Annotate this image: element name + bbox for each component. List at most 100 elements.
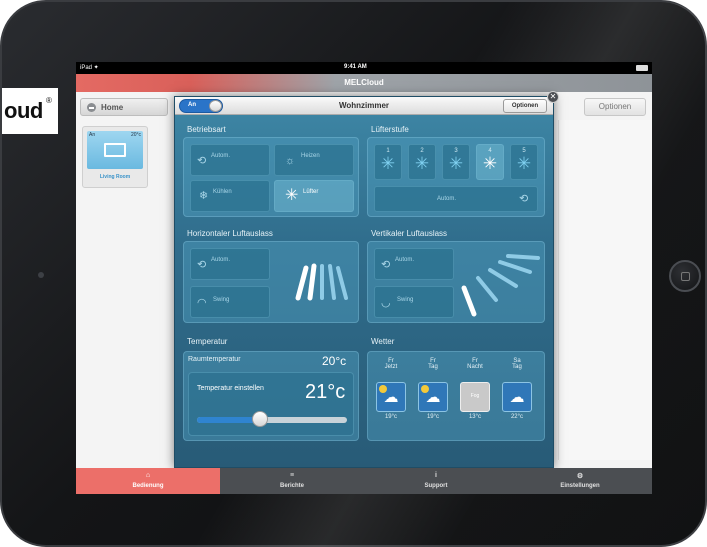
auto-mode-icon: ⟲: [197, 259, 207, 271]
vane-inactive: [488, 268, 518, 288]
tab-support[interactable]: i Support: [364, 468, 508, 494]
room-card[interactable]: An 20°c Living Room: [82, 126, 148, 188]
weather-column: Sa Tag ☁ 22°c: [498, 358, 536, 420]
vane-inactive: [336, 266, 348, 300]
home-icon: ⌂: [145, 472, 151, 479]
weather-column: Fr Tag ☁ 19°c: [414, 358, 452, 420]
tab-label: Support: [424, 483, 448, 489]
room-temperature-label: Raumtemperatur: [188, 356, 241, 363]
popover-title: Wohnzimmer: [338, 101, 390, 110]
vertical-swing-button[interactable]: ◡ Swing: [374, 286, 454, 318]
carrier-label: iPad ✦: [80, 65, 99, 71]
mode-button-cool[interactable]: ❄ Kühlen: [190, 180, 270, 212]
back-arrow-icon: [87, 103, 96, 112]
app-title-bar: MELCloud: [76, 74, 652, 92]
auto-mode-icon: ⟲: [197, 155, 207, 167]
temperature-slider[interactable]: [197, 411, 347, 427]
home-nav-button[interactable]: Home: [80, 98, 168, 116]
fog-icon: Fog: [460, 382, 490, 412]
vane-inactive: [498, 260, 532, 274]
vane-active: [461, 285, 477, 317]
popover-header: An Wohnzimmer Optionen ✕: [175, 91, 559, 115]
tab-label: Berichte: [279, 483, 304, 489]
swing-icon: ◠: [197, 297, 207, 309]
room-state: An: [89, 132, 96, 138]
weather-column: Fr Jetzt ☁ 19°c: [372, 358, 410, 420]
home-label: Home: [101, 103, 124, 112]
tab-bedienung[interactable]: ⌂ Bedienung: [76, 468, 220, 494]
status-bar: iPad ✦ 9:41 AM: [76, 62, 652, 74]
fan-auto-label: Autom.: [437, 196, 457, 202]
horizontal-vane-indicator: [295, 263, 348, 301]
cloud-icon: ☁: [502, 382, 532, 412]
fan-level-2[interactable]: 2 ✳: [408, 144, 436, 180]
set-temperature-box: Temperatur einstellen 21°c: [188, 372, 354, 436]
options-button-background[interactable]: Optionen: [584, 98, 646, 116]
temperature-panel: Raumtemperatur 20°c Temperatur einstelle…: [183, 351, 359, 441]
camera-icon: [38, 272, 44, 278]
horizontal-auto-button[interactable]: ⟲ Autom.: [190, 248, 270, 280]
logo-registered: ®: [46, 96, 52, 105]
logo-text: oud: [4, 98, 43, 123]
weather-period: Tag: [512, 364, 522, 370]
section-vertical-airflow: Vertikaler Luftauslass: [371, 229, 448, 238]
vane-active: [295, 265, 309, 301]
swing-icon: ◡: [381, 297, 391, 309]
weather-panel: Fr Jetzt ☁ 19°c Fr Tag ☁ 19°c Fr Nacht F…: [367, 351, 545, 441]
fan-icon: ✳: [448, 154, 464, 173]
tab-berichte[interactable]: ≡ Berichte: [220, 468, 364, 494]
fan-level-5[interactable]: 5 ✳: [510, 144, 538, 180]
room-popover: An Wohnzimmer Optionen ✕ Betriebsart ⟲ A…: [174, 91, 559, 468]
room-temp: 20°c: [130, 132, 141, 138]
vane-inactive: [506, 254, 540, 260]
auto-mode-icon: ⟲: [381, 259, 391, 271]
fan-level-1[interactable]: 1 ✳: [374, 144, 402, 180]
tab-label: Einstellungen: [560, 483, 600, 489]
slider-thumb[interactable]: [252, 411, 268, 427]
tab-einstellungen[interactable]: ⚙ Einstellungen: [508, 468, 652, 494]
cloud-sun-icon: ☁: [376, 382, 406, 412]
auto-mode-icon: ⟲: [519, 193, 529, 205]
fan-icon: ✳: [482, 154, 498, 173]
fan-auto-button[interactable]: Autom. ⟲: [374, 186, 538, 212]
cloud-sun-icon: ☁: [418, 382, 448, 412]
weather-temp: 19°c: [384, 414, 398, 420]
mode-panel: ⟲ Autom. ☼ Heizen ❄ Kühlen ✳ Lüfter: [183, 137, 359, 217]
room-thumbnail: An 20°c: [87, 131, 143, 169]
vane-active: [307, 263, 317, 301]
app-title: MELCloud: [344, 78, 384, 87]
tab-label: Bedienung: [132, 483, 164, 489]
horizontal-airflow-panel: ⟲ Autom. ◠ Swing: [183, 241, 359, 323]
screen: iPad ✦ 9:41 AM MELCloud Home An 20°c Liv…: [76, 62, 652, 494]
clock: 9:41 AM: [344, 64, 367, 70]
vertical-auto-label: Autom.: [395, 257, 415, 263]
mode-button-fan[interactable]: ✳ Lüfter: [274, 180, 354, 212]
home-button[interactable]: [669, 260, 701, 292]
snowflake-cool-icon: ❄: [199, 190, 209, 202]
mode-label: Autom.: [211, 153, 231, 159]
section-temperatur: Temperatur: [187, 337, 228, 346]
weather-temp: 19°c: [426, 414, 440, 420]
popover-options-button[interactable]: Optionen: [503, 99, 547, 113]
mode-label: Kühlen: [213, 189, 232, 195]
horizontal-swing-button[interactable]: ◠ Swing: [190, 286, 270, 318]
close-icon[interactable]: ✕: [547, 91, 559, 103]
weather-period: Jetzt: [384, 364, 398, 370]
reports-icon: ≡: [289, 472, 295, 479]
mode-button-heat[interactable]: ☼ Heizen: [274, 144, 354, 176]
fan-level-3[interactable]: 3 ✳: [442, 144, 470, 180]
section-betriebsart: Betriebsart: [187, 125, 226, 134]
fan-level-4[interactable]: 4 ✳: [476, 144, 504, 180]
battery-icon: [636, 65, 648, 71]
horizontal-swing-label: Swing: [213, 297, 230, 303]
weather-period: Nacht: [467, 364, 483, 370]
settings-icon: ⚙: [576, 473, 584, 480]
vertical-auto-button[interactable]: ⟲ Autom.: [374, 248, 454, 280]
mode-button-auto[interactable]: ⟲ Autom.: [190, 144, 270, 176]
logo: oud ®: [2, 88, 58, 134]
mode-label: Lüfter: [303, 189, 319, 195]
horizontal-auto-label: Autom.: [211, 257, 231, 263]
vane-inactive: [328, 264, 336, 300]
vane-inactive: [476, 276, 498, 302]
support-icon: i: [435, 472, 437, 479]
